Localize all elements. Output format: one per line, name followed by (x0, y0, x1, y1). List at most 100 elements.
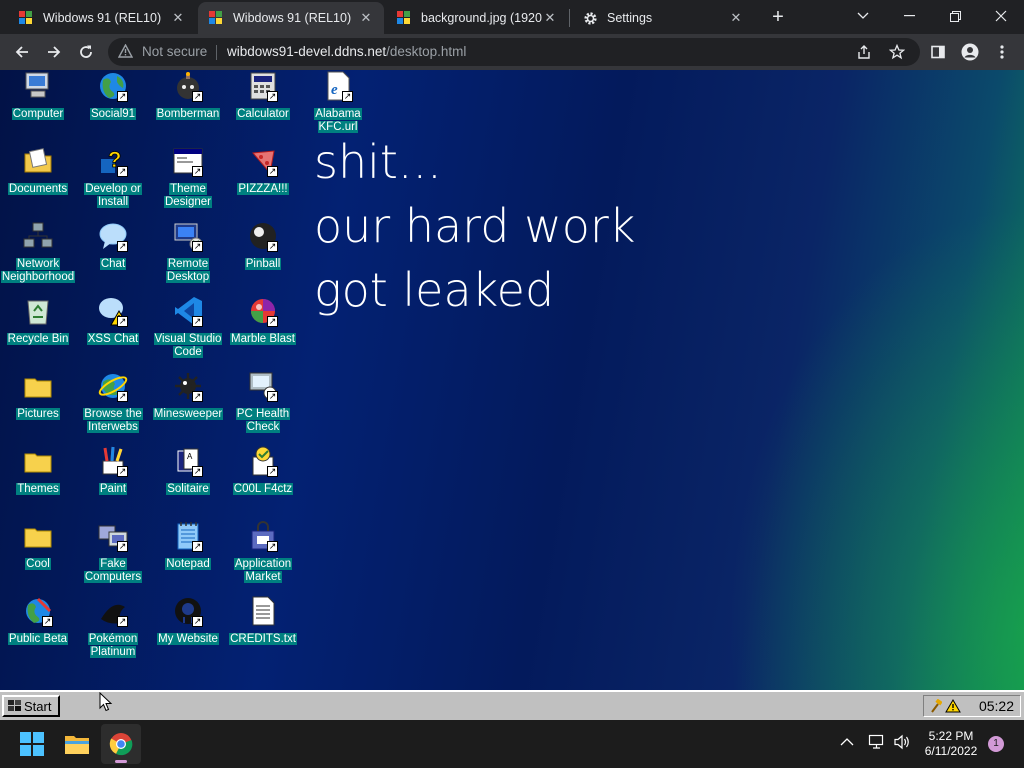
tab-background-jpg[interactable]: background.jpg (1920× ✕ (386, 2, 568, 34)
tab-wibdows-1[interactable]: Wibdows 91 (REL10) ✕ (8, 2, 196, 34)
desktop-icon-label: C00L F4ctz (225, 483, 301, 496)
notification-badge[interactable]: 1 (988, 736, 1004, 752)
kebab-menu-icon[interactable] (990, 40, 1014, 64)
desktop-icon[interactable]: ↗ Social91 (75, 70, 151, 145)
url-text[interactable]: wibdows91-devel.ddns.net/desktop.html (227, 44, 466, 59)
desktop-icon-label: Cool (0, 558, 76, 571)
desktop-icon[interactable]: ? ↗ Develop or Install (75, 145, 151, 220)
desktop-icon[interactable]: Computer (0, 70, 76, 145)
desktop-icon[interactable]: ↗ Notepad (150, 520, 226, 595)
start-label: Start (24, 698, 52, 714)
tab-wibdows-2[interactable]: Wibdows 91 (REL10) ✕ (198, 2, 384, 34)
mouse-cursor-icon (99, 692, 113, 712)
security-label[interactable]: Not secure (142, 44, 207, 59)
desktop-icon-label: Browse the Interwebs (75, 408, 151, 433)
new-tab-button[interactable]: + (766, 5, 790, 29)
tab-search-icon[interactable] (840, 0, 886, 32)
shortcut-arrow-icon: ↗ (192, 166, 203, 177)
internet-explorer-icon: ↗ (97, 370, 129, 402)
warning-icon[interactable] (117, 43, 134, 63)
address-bar[interactable]: Not secure wibdows91-devel.ddns.net/desk… (108, 38, 920, 66)
shortcut-arrow-icon: ↗ (117, 316, 128, 327)
pizza-icon: ↗ (247, 145, 279, 177)
back-arrow-icon[interactable] (10, 40, 34, 64)
desktop-icon[interactable]: ↗ Remote Desktop (150, 220, 226, 295)
restore-icon[interactable] (932, 0, 978, 32)
desktop-icon[interactable]: ↗ Calculator (225, 70, 301, 145)
minimize-icon[interactable] (886, 0, 932, 32)
shortcut-arrow-icon: ↗ (117, 541, 128, 552)
desktop-icon[interactable]: ↗ Pokémon Platinum (75, 595, 151, 670)
tab-close-icon[interactable]: ✕ (728, 10, 744, 26)
desktop-icon[interactable]: ↗ PC Health Check (225, 370, 301, 445)
svg-text:A: A (187, 452, 193, 461)
chevron-up-icon[interactable] (840, 734, 854, 752)
network-icon[interactable] (868, 734, 886, 755)
desktop-icon[interactable]: ↗ Public Beta (0, 595, 76, 670)
tab-close-icon[interactable]: ✕ (170, 10, 186, 26)
hammer-icon[interactable] (930, 699, 942, 713)
desktop-icon[interactable]: ↗ Application Market (225, 520, 301, 595)
desktop-icon-label-text: My Website (157, 633, 219, 645)
forward-arrow-icon[interactable] (42, 40, 66, 64)
desktop-icon-label-text: Calculator (236, 108, 290, 120)
chrome-taskbar-icon[interactable] (101, 724, 141, 764)
desktop-icon[interactable]: ↗ Bomberman (150, 70, 226, 145)
desktop-icon-label-text: Theme Designer (163, 183, 213, 208)
desktop-icon[interactable]: ↗ Pinball (225, 220, 301, 295)
desktop-icon[interactable]: ↗ C00L F4ctz (225, 445, 301, 520)
desktop-icon-label: My Website (150, 633, 226, 646)
windows-start-icon[interactable] (12, 724, 52, 764)
desktop-icon[interactable]: ↗ Marble Blast (225, 295, 301, 370)
desktop-icon[interactable]: ↗ Theme Designer (150, 145, 226, 220)
file-explorer-icon[interactable] (57, 724, 97, 764)
side-panel-icon[interactable] (926, 40, 950, 64)
desktop-icon[interactable]: A ↗ Solitaire (150, 445, 226, 520)
desktop-icon[interactable]: ↗ PIZZZA!!! (225, 145, 301, 220)
desktop-icon-label-text: Alabama KFC.url (314, 108, 362, 133)
desktop-icon[interactable]: Network Neighborhood (0, 220, 76, 295)
desktop-icon[interactable]: Recycle Bin (0, 295, 76, 370)
desktop-icon[interactable]: Pictures (0, 370, 76, 445)
warning-icon[interactable] (945, 699, 961, 713)
tab-settings[interactable]: Settings ✕ (572, 2, 754, 34)
desktop-icon-label-text: Bomberman (155, 108, 221, 120)
wibdows-clock[interactable]: 05:22 (979, 698, 1014, 714)
shortcut-arrow-icon: ↗ (267, 391, 278, 402)
os-clock[interactable]: 5:22 PM 6/11/2022 (908, 729, 994, 759)
help-icon: ? ↗ (97, 145, 129, 177)
share-icon[interactable] (856, 44, 872, 65)
profile-icon[interactable] (958, 40, 982, 64)
close-window-icon[interactable] (978, 0, 1024, 32)
desktop-icon[interactable]: Cool (0, 520, 76, 595)
desktop-icon[interactable]: ↗ Fake Computers (75, 520, 151, 595)
tab-title: background.jpg (1920× (421, 11, 542, 25)
browser-toolbar: Not secure wibdows91-devel.ddns.net/desk… (0, 34, 1024, 70)
folder-documents-icon (22, 145, 54, 177)
desktop-icon[interactable]: ↗ Paint (75, 445, 151, 520)
folder-icon (22, 445, 54, 477)
desktop-icon-label-text: Minesweeper (152, 408, 224, 420)
reload-icon[interactable] (74, 40, 98, 64)
desktop-icon-label: Visual Studio Code (150, 333, 226, 358)
start-button[interactable]: Start (2, 695, 60, 717)
desktop-icon-label-text: CREDITS.txt (229, 633, 297, 645)
desktop-icon[interactable]: Documents (0, 145, 76, 220)
desktop-icon-label-text: PC Health Check (235, 408, 291, 433)
desktop-icon[interactable]: ↗ Minesweeper (150, 370, 226, 445)
shortcut-arrow-icon: ↗ (192, 91, 203, 102)
desktop-icon[interactable]: ↗ My Website (150, 595, 226, 670)
os-time: 5:22 PM (928, 729, 974, 743)
tab-close-icon[interactable]: ✕ (542, 10, 558, 26)
cool-facts-icon: ↗ (247, 445, 279, 477)
folder-icon (22, 520, 54, 552)
desktop-icon[interactable]: CREDITS.txt (225, 595, 301, 670)
desktop-icon[interactable]: ↗ Chat (75, 220, 151, 295)
desktop-icon[interactable]: Themes (0, 445, 76, 520)
bookmark-star-icon[interactable] (888, 43, 906, 65)
tab-close-icon[interactable]: ✕ (358, 10, 374, 26)
desktop-icon[interactable]: ↗ Browse the Interwebs (75, 370, 151, 445)
desktop-icon[interactable]: ↗ Visual Studio Code (150, 295, 226, 370)
chat-bubble-icon: ↗ (97, 220, 129, 252)
desktop-icon[interactable]: ↗ XSS Chat (75, 295, 151, 370)
